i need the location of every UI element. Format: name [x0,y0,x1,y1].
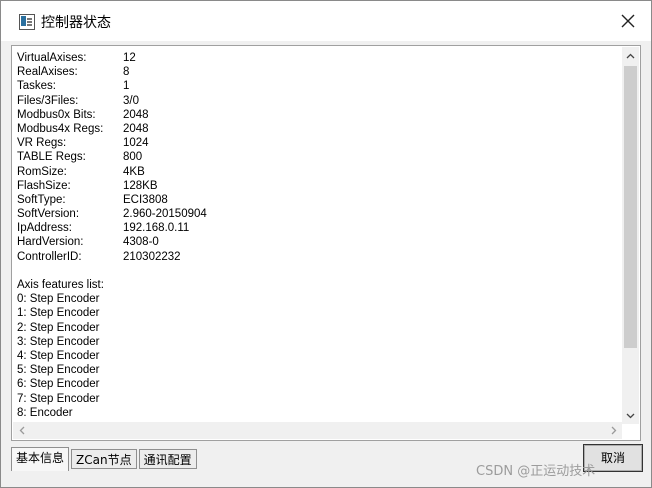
info-value: 128KB [123,179,158,192]
info-row: VirtualAxises: 12 [17,51,622,65]
info-value: 1 [123,80,130,93]
info-row: TABLE Regs: 800 [17,150,622,164]
axis-list: 0: Step Encoder 1: Step Encoder 2: Step En… [17,292,622,420]
axis-item: 5: Step Encoder [17,364,100,377]
info-label: Modbus4x Regs: [17,122,104,135]
info-row: Modbus0x Bits: 2048 [17,108,622,122]
scroll-left-button[interactable] [13,422,30,439]
info-value: 2048 [123,122,149,135]
chevron-up-icon [626,53,635,58]
scroll-up-button[interactable] [622,47,639,64]
info-row: Files/3Files: 3/0 [17,94,622,108]
info-label: SoftType: [17,193,66,206]
info-row: Taskes: 1 [17,79,622,93]
info-value: 192.168.0.11 [123,222,190,235]
chevron-right-icon [611,426,616,435]
horizontal-scrollbar[interactable] [13,422,622,439]
info-list: VirtualAxises: 12 RealAxises: 8 Taskes: 1 File… [17,51,622,264]
info-value: 2.960-20150904 [123,208,207,221]
vertical-scrollbar[interactable] [622,47,639,424]
info-text-area[interactable]: VirtualAxises: 12 RealAxises: 8 Taskes: 1 File… [17,51,622,421]
watermark: CSDN @正运动技术 [476,464,596,479]
info-value: 12 [123,52,136,64]
info-value: 4308-0 [123,236,159,249]
info-row: SoftVersion: 2.960-20150904 [17,207,622,221]
scroll-thumb[interactable] [624,66,637,348]
info-label: VirtualAxises: [17,52,87,64]
axis-heading: Axis features list: [17,279,104,291]
info-label: RealAxises: [17,66,78,79]
info-row: FlashSize: 128KB [17,179,622,193]
tab-bar: 基本信息 ZCan节点 通讯配置 [11,447,199,471]
info-row: SoftType: ECI3808 [17,193,622,207]
chevron-left-icon [19,426,24,435]
axis-item: 1: Step Encoder [17,307,100,320]
axis-item: 2: Step Encoder [17,321,100,334]
info-label: Taskes: [17,80,56,93]
controller-status-dialog: 控制器状态 VirtualAxises: 12 RealAxises: 8 Taskes… [0,0,652,488]
axis-item: 4: Step Encoder [17,349,100,362]
info-value: 1024 [123,137,149,150]
info-value: 210302232 [123,250,181,263]
info-value: ECI3808 [123,193,168,206]
scroll-down-button[interactable] [622,407,639,424]
info-row: Modbus4x Regs: 2048 [17,122,622,136]
info-row: HardVersion: 4308-0 [17,235,622,249]
info-label: ControllerID: [17,250,82,263]
axis-item: 3: Step Encoder [17,335,100,348]
info-label: IpAddress: [17,222,72,235]
info-row: IpAddress: 192.168.0.11 [17,221,622,235]
info-value: 3/0 [123,94,139,107]
info-value: 800 [123,151,143,164]
info-label: Modbus0x Bits: [17,108,96,121]
info-row: RomSize: 4KB [17,165,622,179]
info-row: VR Regs: 1024 [17,136,622,150]
info-label: TABLE Regs: [17,151,86,164]
info-value: 4KB [123,165,145,178]
title-bar: 控制器状态 [1,1,651,41]
tab-zcan-nodes[interactable]: ZCan节点 [71,449,137,469]
scroll-right-button[interactable] [605,422,622,439]
info-row: RealAxises: 8 [17,65,622,79]
info-value: 8 [123,66,130,79]
tab-comm-config[interactable]: 通讯配置 [138,449,197,469]
tab-basic-info[interactable]: 基本信息 [11,447,70,471]
app-window-icon [19,14,35,30]
info-label: FlashSize: [17,179,71,192]
axis-item: 7: Step Encoder [17,392,100,405]
close-icon [621,14,635,28]
close-button[interactable] [613,7,643,35]
info-label: VR Regs: [17,137,67,150]
axis-item: 6: Step Encoder [17,378,100,391]
info-panel: VirtualAxises: 12 RealAxises: 8 Taskes: 1 File… [11,45,641,441]
chevron-down-icon [626,413,635,418]
info-label: HardVersion: [17,236,84,249]
info-value: 2048 [123,108,149,121]
info-label: Files/3Files: [17,94,79,107]
info-label: SoftVersion: [17,208,80,221]
info-label: RomSize: [17,165,67,178]
axis-item: 0: Step Encoder [17,293,100,306]
axis-item: 8: Encoder [17,406,73,419]
window-title: 控制器状态 [41,15,111,31]
info-row: ControllerID: 210302232 [17,250,622,264]
